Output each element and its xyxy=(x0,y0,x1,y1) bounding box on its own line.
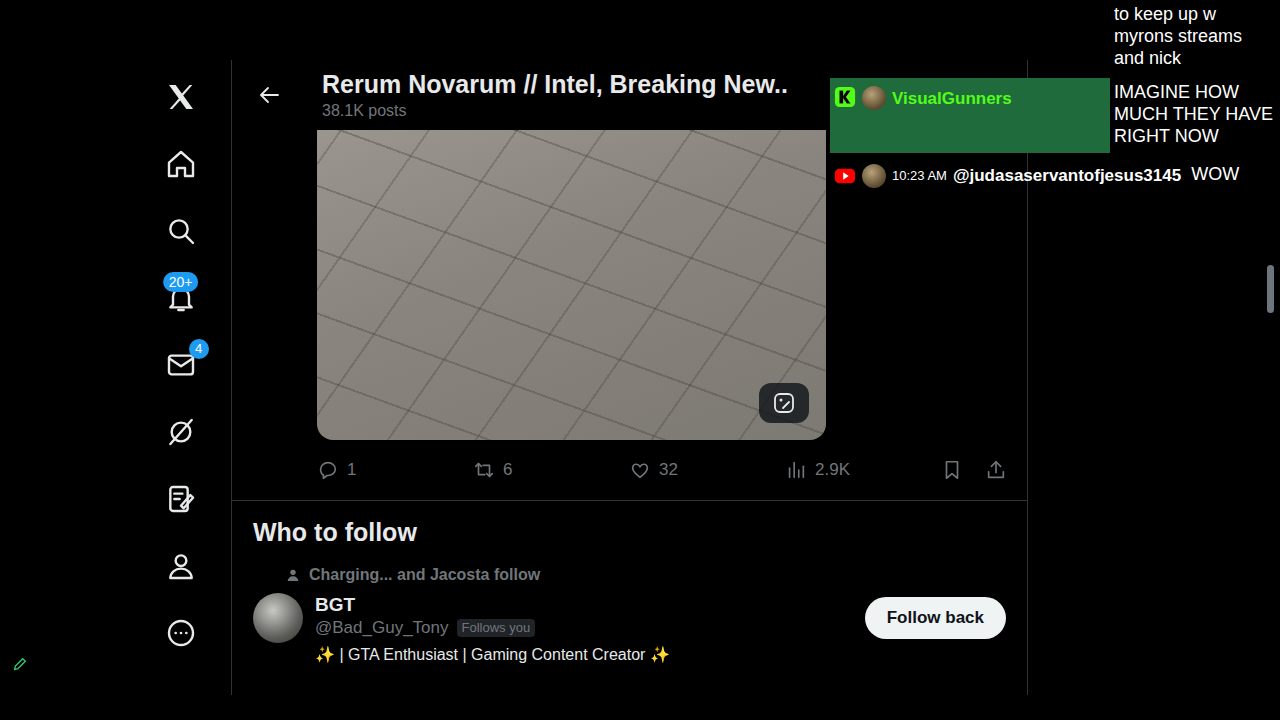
chat-message: to keep up w myrons streams and nick xyxy=(830,0,1280,72)
post-count: 38.1K posts xyxy=(322,101,788,121)
bio: ✨ | GTA Enthusiast | Gaming Content Crea… xyxy=(315,645,853,665)
profile-title: Rerum Novarum // Intel, Breaking New.. xyxy=(322,69,788,99)
image-texture xyxy=(317,130,826,440)
chat-avatar xyxy=(862,164,886,188)
likes-count: 32 xyxy=(659,457,678,483)
sidebar-item[interactable] xyxy=(151,599,211,666)
search-icon[interactable] xyxy=(165,215,197,247)
chat-message: 10:23 AM @judasaservantofjesus3145WOW xyxy=(830,157,1280,195)
home-icon[interactable] xyxy=(165,148,197,180)
handle-row: @Bad_Guy_Tony Follows you xyxy=(315,617,853,639)
suggestion-info: BGT@Bad_Guy_Tony Follows you ✨ | GTA Enthu… xyxy=(315,593,853,665)
pencil-icon[interactable] xyxy=(12,656,28,672)
back-arrow-icon[interactable] xyxy=(258,83,282,107)
post-image[interactable] xyxy=(317,130,826,440)
follow-suggestion[interactable]: Charging... and Jacosta follow BGT@Bad_Gu… xyxy=(232,559,1027,665)
views-button[interactable]: 2.9K xyxy=(785,457,941,483)
post-extra-actions xyxy=(941,459,1007,481)
sidebar-item[interactable] xyxy=(151,130,211,197)
display-name[interactable]: BGT xyxy=(315,593,853,617)
edit-image-icon[interactable] xyxy=(759,383,809,423)
replies-count: 1 xyxy=(347,457,356,483)
header-text: Rerum Novarum // Intel, Breaking New..38… xyxy=(322,69,788,121)
sidebar-item[interactable]: 20+ xyxy=(151,264,211,331)
chat-author: VisualGunners xyxy=(892,86,1012,112)
chat-meta: 10:23 AM @judasaservantofjesus3145 xyxy=(830,157,1187,195)
chat-time: 10:23 AM xyxy=(892,166,947,186)
more-icon[interactable] xyxy=(165,617,197,649)
chat-author: @judasaservantofjesus3145 xyxy=(953,163,1181,189)
views-count: 2.9K xyxy=(815,457,850,483)
sidebar-item[interactable] xyxy=(151,465,211,532)
screen: 20+ 4 Rerum Novarum // Intel, Breaking New… xyxy=(0,0,1280,720)
person-icon xyxy=(285,567,301,583)
suggestion-row: BGT@Bad_Guy_Tony Follows you ✨ | GTA Enthu… xyxy=(253,593,1006,665)
follows-you-badge: Follows you xyxy=(457,619,536,637)
reposts-count: 6 xyxy=(503,457,512,483)
notification-badge: 4 xyxy=(189,339,209,359)
social-context: Charging... and Jacosta follow xyxy=(253,565,1006,585)
post: 1 6 32 2.9K xyxy=(232,130,1027,500)
likes-button[interactable]: 32 xyxy=(629,457,785,483)
lists-icon[interactable] xyxy=(165,483,197,515)
bookmark-icon[interactable] xyxy=(941,459,963,481)
left-gutter xyxy=(0,60,130,720)
repost-icon xyxy=(473,459,495,481)
follow-back-button[interactable]: Follow back xyxy=(865,597,1006,639)
chat-text: to keep up w myrons streams and nick xyxy=(1110,0,1280,72)
chat-text: WOW xyxy=(1187,157,1243,188)
chat-avatar xyxy=(862,86,886,110)
chat-meta: VisualGunners xyxy=(830,78,1110,153)
chat-message: VisualGunners IMAGINE HOW MUCH THEY HAVE … xyxy=(830,78,1280,153)
avatar[interactable] xyxy=(253,593,303,643)
kick-icon xyxy=(834,86,856,108)
notification-badge: 20+ xyxy=(163,272,199,292)
handle[interactable]: @Bad_Guy_Tony xyxy=(315,617,449,639)
youtube-icon xyxy=(834,165,856,187)
main-column: Rerum Novarum // Intel, Breaking New..38… xyxy=(232,60,1028,695)
chat-text: IMAGINE HOW MUCH THEY HAVE RIGHT NOW xyxy=(1110,78,1280,150)
sidebar-item[interactable] xyxy=(151,398,211,465)
replies-button[interactable]: 1 xyxy=(317,457,473,483)
sidebar-item[interactable]: 4 xyxy=(151,331,211,398)
share-icon[interactable] xyxy=(985,459,1007,481)
sidebar-item[interactable] xyxy=(151,532,211,599)
sidebar: 20+ 4 xyxy=(130,60,232,695)
section-title: Who to follow xyxy=(232,501,1027,559)
reply-icon xyxy=(317,459,339,481)
x-logo-icon[interactable] xyxy=(165,81,197,113)
reposts-button[interactable]: 6 xyxy=(473,457,629,483)
sidebar-item[interactable] xyxy=(151,63,211,130)
profile-icon[interactable] xyxy=(165,550,197,582)
heart-icon xyxy=(629,459,651,481)
views-icon xyxy=(785,459,807,481)
scrollbar-thumb[interactable] xyxy=(1267,265,1274,313)
post-actions: 1 6 32 2.9K xyxy=(317,440,1027,500)
social-context-text: Charging... and Jacosta follow xyxy=(309,565,540,585)
grok-icon[interactable] xyxy=(165,416,197,448)
who-to-follow: Who to followCharging... and Jacosta fol… xyxy=(232,500,1027,665)
stream-chat-overlay: to keep up w myrons streams and nickVisu… xyxy=(830,0,1280,195)
sidebar-item[interactable] xyxy=(151,197,211,264)
